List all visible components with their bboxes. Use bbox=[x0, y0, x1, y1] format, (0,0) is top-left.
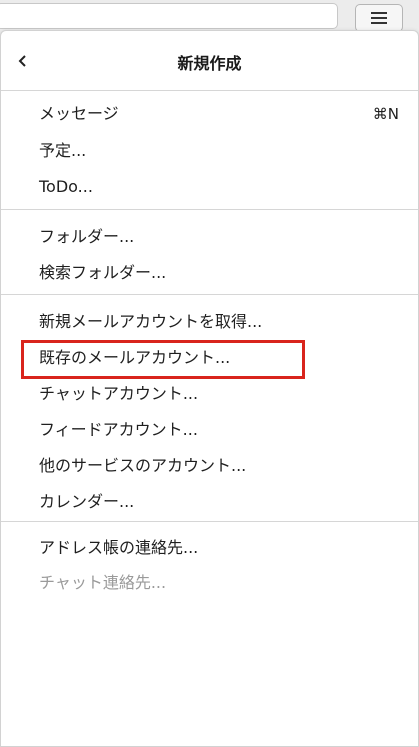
menu-item-label: 新規メールアカウントを取得... bbox=[39, 312, 263, 331]
menu-item-message[interactable]: メッセージ ⌘N bbox=[39, 99, 399, 129]
menu-item-event[interactable]: 予定... bbox=[39, 136, 399, 166]
hamburger-menu-icon bbox=[371, 12, 387, 24]
menu-item-saved-search[interactable]: 検索フォルダー... bbox=[39, 258, 399, 288]
panel-header: 新規作成 bbox=[1, 31, 418, 90]
divider bbox=[1, 521, 418, 522]
app-menu-button[interactable] bbox=[355, 4, 403, 32]
menu-item-chat-account[interactable]: チャットアカウント... bbox=[39, 379, 399, 409]
menu-item-label: チャットアカウント... bbox=[39, 384, 199, 403]
new-item-submenu-panel: 新規作成 メッセージ ⌘N 予定... ToDo... フォルダー... 検索フ… bbox=[0, 30, 419, 747]
menu-item-label: 他のサービスのアカウント... bbox=[39, 456, 247, 475]
menu-item-feed-account[interactable]: フィードアカウント... bbox=[39, 415, 399, 445]
divider bbox=[1, 90, 418, 91]
menu-item-label: チャット連絡先... bbox=[39, 573, 167, 592]
menu-item-label: フィードアカウント... bbox=[39, 420, 198, 439]
divider bbox=[1, 209, 418, 210]
menu-item-folder[interactable]: フォルダー... bbox=[39, 222, 399, 252]
divider bbox=[1, 294, 418, 295]
shortcut-label: ⌘N bbox=[372, 105, 399, 123]
menu-item-address-book-contact[interactable]: アドレス帳の連絡先... bbox=[39, 533, 399, 563]
menu-item-label: メッセージ bbox=[39, 104, 119, 123]
menu-item-todo[interactable]: ToDo... bbox=[39, 172, 399, 202]
panel-title: 新規作成 bbox=[177, 54, 242, 73]
menu-item-label: カレンダー... bbox=[39, 492, 135, 511]
search-input[interactable] bbox=[0, 3, 338, 29]
menu-item-label: 検索フォルダー... bbox=[39, 263, 167, 282]
menu-item-calendar[interactable]: カレンダー... bbox=[39, 487, 399, 517]
menu-item-get-new-mail-account[interactable]: 新規メールアカウントを取得... bbox=[39, 307, 399, 337]
menu-item-label: ToDo... bbox=[39, 177, 93, 196]
menu-item-label: フォルダー... bbox=[39, 227, 135, 246]
menu-item-label: アドレス帳の連絡先... bbox=[39, 538, 199, 557]
menu-item-label: 予定... bbox=[39, 141, 87, 160]
highlight-annotation-box bbox=[21, 340, 305, 379]
menu-item-chat-contact: チャット連絡先... bbox=[39, 568, 399, 598]
menu-item-other-service-account[interactable]: 他のサービスのアカウント... bbox=[39, 451, 399, 481]
